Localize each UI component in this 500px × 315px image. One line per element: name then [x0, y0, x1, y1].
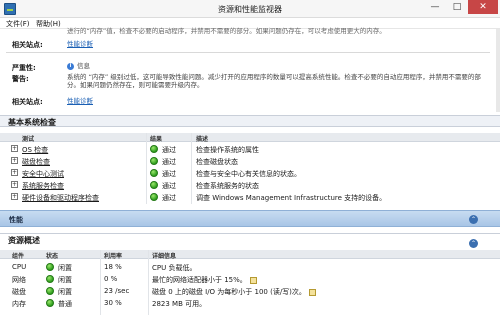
related-sites-label-2: 相关站点:	[12, 98, 43, 106]
severity-label: 严重性:	[12, 64, 36, 72]
resource-usage: 30 %	[104, 299, 122, 307]
check-row: + 系统服务检查 通过 检查系统服务的状态	[0, 179, 500, 190]
check-name[interactable]: 磁盘检查	[22, 157, 50, 167]
expand-icon[interactable]: +	[11, 181, 18, 188]
resource-row: 磁盘 闲置 23 /sec 磁盘 0 上的磁盘 I/O 为每秒小于 100 (读…	[0, 285, 500, 296]
check-row: + 磁盘检查 通过 检查磁盘状态	[0, 155, 500, 166]
edit-note-icon	[249, 276, 257, 284]
col-details: 详细信息	[152, 253, 177, 260]
col-desc: 描述	[196, 136, 209, 143]
resource-details-text: 最忙的网络适配器小于 15%。	[152, 276, 247, 284]
resource-row: 网络 闲置 0 % 最忙的网络适配器小于 15%。	[0, 273, 500, 284]
check-name[interactable]: OS 检查	[22, 145, 48, 155]
close-button[interactable]: ✕	[468, 0, 498, 14]
performance-diagnosis-link-2[interactable]: 性能诊断	[67, 97, 487, 105]
col-status: 状态	[46, 253, 59, 260]
severity-value: i 信息	[67, 62, 487, 70]
check-result: 通过	[162, 170, 176, 178]
resource-component: 磁盘	[12, 288, 26, 296]
resource-details-text: 磁盘 0 上的磁盘 I/O 为每秒小于 100 (读/写)次。	[152, 288, 306, 296]
edit-note-icon	[308, 288, 316, 296]
check-desc: 检查与安全中心有关信息的状态。	[196, 170, 301, 178]
check-name[interactable]: 安全中心测试	[22, 169, 64, 179]
pass-status-icon	[150, 181, 158, 189]
check-row: + 硬件设备和驱动程序检查 通过 调查 Windows Management I…	[0, 191, 500, 202]
resource-details: 最忙的网络适配器小于 15%。	[152, 275, 257, 285]
title-bar: 资源和性能监视器 — □ ✕	[0, 0, 500, 18]
resource-usage: 23 /sec	[104, 287, 130, 295]
col-result: 结果	[150, 136, 163, 143]
check-desc: 检查磁盘状态	[196, 158, 238, 166]
expand-icon[interactable]: +	[11, 145, 18, 152]
pass-status-icon	[150, 169, 158, 177]
resource-status: 闲置	[58, 264, 72, 272]
pass-status-icon	[150, 193, 158, 201]
resource-usage: 18 %	[104, 263, 122, 271]
col-usage: 利用率	[104, 253, 123, 260]
performance-title: 性能	[9, 216, 23, 224]
check-name[interactable]: 系统服务检查	[22, 181, 64, 191]
resource-component: 内存	[12, 300, 26, 308]
basic-checks-title: 基本系统检查	[8, 118, 56, 127]
check-name[interactable]: 硬件设备和驱动程序检查	[22, 193, 99, 203]
check-desc: 检查系统服务的状态	[196, 182, 259, 190]
menu-file[interactable]: 文件(F)	[6, 19, 30, 29]
expand-icon[interactable]: +	[11, 169, 18, 176]
check-desc: 调查 Windows Management Infrastructure 支持的…	[196, 194, 387, 202]
warning-top-snippet: 进行的“内存”值，检查不必要的启动程序，并禁用不需要的部分。如果问题仍存在，可以…	[67, 27, 386, 35]
ok-status-icon	[46, 299, 54, 307]
resource-status: 闲置	[58, 276, 72, 284]
vertical-scrollbar[interactable]	[496, 29, 500, 112]
col-test: 测试	[22, 136, 35, 143]
resource-status: 闲置	[58, 288, 72, 296]
resource-details: CPU 负载低。	[152, 264, 197, 272]
basic-checks-table-header: 测试 结果 描述	[0, 133, 500, 143]
ok-status-icon	[46, 287, 54, 295]
warning-text: 系统的 “内存” 级别过低，这可能导致性能问题。减少打开的应用程序的数量可以提高…	[67, 73, 481, 89]
check-row: + OS 检查 通过 检查操作系统的属性	[0, 143, 500, 154]
check-result: 通过	[162, 158, 176, 166]
chevron-up-icon[interactable]: ⌃	[469, 215, 478, 224]
resource-details: 磁盘 0 上的磁盘 I/O 为每秒小于 100 (读/写)次。	[152, 287, 316, 297]
check-row: + 安全中心测试 通过 检查与安全中心有关信息的状态。	[0, 167, 500, 178]
ok-status-icon	[46, 275, 54, 283]
check-result: 通过	[162, 194, 176, 202]
performance-section-bar[interactable]: 性能 ⌃	[0, 210, 500, 227]
resource-details: 2823 MB 可用。	[152, 300, 207, 308]
pass-status-icon	[150, 145, 158, 153]
menu-help[interactable]: 帮助(H)	[36, 19, 61, 29]
basic-checks-header: 基本系统检查	[0, 115, 500, 127]
check-desc: 检查操作系统的属性	[196, 146, 259, 154]
col-component: 组件	[12, 253, 25, 260]
related-sites-label: 相关站点:	[12, 41, 43, 49]
info-icon: i	[67, 62, 74, 70]
resource-row: 内存 普通 30 % 2823 MB 可用。	[0, 297, 500, 308]
divider	[6, 52, 490, 53]
resource-component: CPU	[12, 263, 27, 271]
resource-status: 普通	[58, 300, 72, 308]
check-result: 通过	[162, 182, 176, 190]
resource-usage: 0 %	[104, 275, 118, 283]
resource-row: CPU 闲置 18 % CPU 负载低。	[0, 261, 500, 272]
resource-component: 网络	[12, 276, 26, 284]
check-result: 通过	[162, 146, 176, 154]
minimize-button[interactable]: —	[424, 0, 446, 14]
resource-overview-header: 资源概述	[0, 233, 500, 245]
performance-diagnosis-link[interactable]: 性能诊断	[67, 40, 487, 48]
ok-status-icon	[46, 263, 54, 271]
maximize-button[interactable]: □	[446, 0, 468, 14]
warning-details-panel: 进行的“内存”值，检查不必要的启动程序，并禁用不需要的部分。如果问题仍存在，可以…	[0, 27, 496, 112]
resource-overview-title: 资源概述	[8, 236, 40, 245]
resource-table-header: 组件 状态 利用率 详细信息	[0, 250, 500, 260]
expand-icon[interactable]: +	[11, 193, 18, 200]
pass-status-icon	[150, 157, 158, 165]
warning-label: 警告:	[12, 75, 29, 83]
chevron-up-icon[interactable]: ⌃	[469, 239, 478, 248]
severity-text: 信息	[77, 62, 90, 70]
expand-icon[interactable]: +	[11, 157, 18, 164]
